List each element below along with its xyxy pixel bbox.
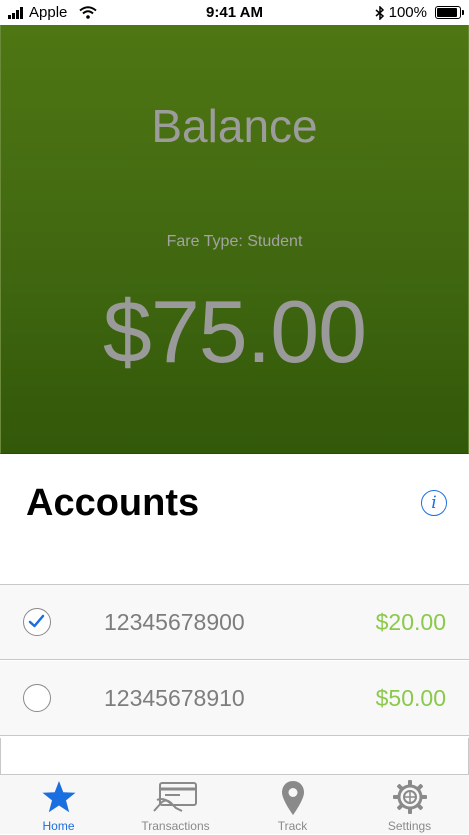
accounts-header: Accounts i (0, 455, 469, 585)
fare-type-label: Fare Type: Student (166, 233, 303, 250)
info-icon[interactable]: i (421, 490, 447, 516)
radio-unselected[interactable] (23, 684, 51, 712)
card-icon (152, 782, 197, 812)
tab-label: Track (277, 819, 308, 833)
bluetooth-icon (375, 5, 384, 20)
accounts-title: Accounts (26, 482, 200, 524)
account-amount: $20.00 (375, 609, 446, 635)
tab-transactions[interactable]: Transactions (117, 775, 234, 835)
balance-title: Balance (151, 100, 318, 152)
gear-icon (392, 780, 427, 814)
tab-settings[interactable]: Settings (351, 775, 468, 835)
status-right: 100% (375, 4, 464, 21)
empty-list-area (0, 738, 469, 774)
battery-fill (437, 8, 457, 17)
status-bar: Apple 9:41 AM 100% (0, 0, 469, 25)
tab-label: Settings (387, 819, 432, 833)
tab-track[interactable]: Track (234, 775, 351, 835)
radio-selected[interactable] (23, 608, 51, 636)
balance-amount: $75.00 (102, 282, 367, 381)
tab-bar: Home Transactions Track Settings (0, 774, 469, 834)
battery-percent: 100% (388, 4, 427, 21)
star-icon (42, 781, 75, 813)
balance-panel: Balance Fare Type: Student $75.00 (0, 25, 469, 454)
account-amount: $50.00 (375, 685, 446, 711)
account-row[interactable]: 12345678900 $20.00 (0, 585, 469, 660)
tab-label: Transactions (141, 819, 210, 833)
location-pin-icon (281, 781, 304, 815)
account-number: 12345678910 (104, 685, 245, 711)
checkmark-icon (28, 614, 45, 628)
tab-home[interactable]: Home (0, 775, 117, 835)
battery-icon (435, 6, 464, 19)
account-row[interactable]: 12345678910 $50.00 (0, 661, 469, 736)
account-number: 12345678900 (104, 609, 245, 635)
tab-label: Home (42, 819, 75, 833)
